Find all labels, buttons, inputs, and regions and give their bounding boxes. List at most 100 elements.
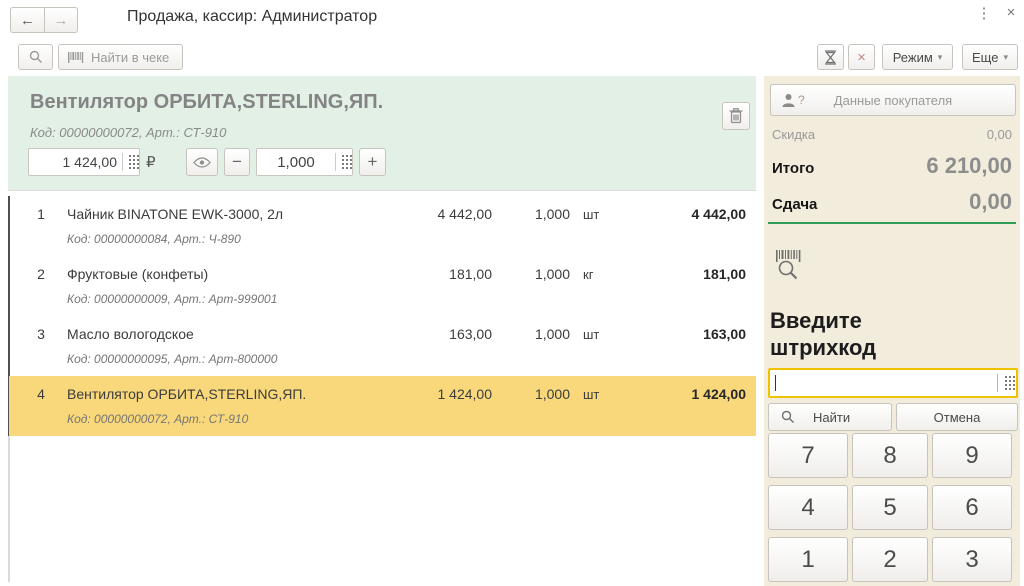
row-unit: шт	[583, 327, 600, 342]
row-code: Код: 00000000084, Арт.: Ч-890	[67, 232, 241, 246]
change-label: Сдача	[772, 196, 818, 213]
chevron-down-icon: ▾	[937, 51, 943, 62]
kebab-menu-icon[interactable]: ⋮	[975, 4, 993, 24]
row-number: 3	[37, 326, 45, 342]
numpad-key-7[interactable]: 7	[768, 433, 848, 478]
find-in-receipt-button[interactable]: Найти в чеке	[58, 44, 183, 70]
row-product-name: Фруктовые (конфеты)	[67, 266, 209, 282]
row-total: 181,00	[703, 266, 746, 282]
trash-icon	[729, 108, 743, 124]
row-product-name: Масло вологодское	[67, 326, 194, 342]
numpad-key-5[interactable]: 5	[852, 485, 928, 530]
numpad-key-9[interactable]: 9	[932, 433, 1012, 478]
numpad-key-2[interactable]: 2	[852, 537, 928, 582]
numpad-key-4[interactable]: 4	[768, 485, 848, 530]
find-in-receipt-label: Найти в чеке	[91, 49, 170, 65]
quantity-input[interactable]: 1,000	[256, 148, 353, 176]
row-price: 4 442,00	[437, 206, 493, 222]
more-menu-button[interactable]: Еще ▾	[962, 44, 1018, 70]
search-icon	[781, 410, 795, 424]
back-arrow-icon: ←	[20, 11, 35, 29]
customer-data-button[interactable]: ? Данные покупателя	[770, 84, 1016, 116]
row-total: 4 442,00	[691, 206, 747, 222]
row-code: Код: 00000000009, Арт.: Арт-999001	[67, 292, 278, 306]
currency-symbol: ₽	[146, 154, 156, 171]
row-quantity: 1,000	[534, 266, 570, 282]
barcode-input[interactable]	[768, 368, 1018, 398]
pos-window: ← → Продажа, кассир: Администратор ⋮ × Н…	[0, 0, 1024, 586]
mode-menu-button[interactable]: Режим ▾	[882, 44, 953, 70]
row-number: 4	[37, 386, 45, 402]
total-label: Итого	[772, 160, 815, 177]
row-total: 1 424,00	[691, 386, 747, 402]
row-price: 181,00	[449, 266, 492, 282]
row-total: 163,00	[703, 326, 746, 342]
receipt-row-3[interactable]: 3 Масло вологодское 163,00 1,000 шт 163,…	[9, 316, 756, 376]
row-price: 1 424,00	[437, 386, 493, 402]
plus-icon: +	[367, 152, 378, 171]
numpad-key-6[interactable]: 6	[932, 485, 1012, 530]
numpad-key-3[interactable]: 3	[932, 537, 1012, 582]
discount-value: 0,00	[986, 127, 1012, 142]
chevron-down-icon: ▾	[1003, 51, 1008, 62]
forward-button[interactable]: →	[44, 7, 78, 33]
receipt-row-1[interactable]: 1 Чайник BINATONE EWK-3000, 2л 4 442,00 …	[9, 196, 756, 256]
keypad-icon[interactable]	[129, 155, 131, 157]
change-value: 0,00	[969, 189, 1012, 214]
keypad-icon[interactable]	[1005, 376, 1007, 378]
forward-arrow-icon: →	[53, 11, 69, 29]
receipt-row-4-selected[interactable]: 4 Вентилятор ОРБИТА,STERLING,ЯП. 1 424,0…	[9, 376, 756, 436]
row-quantity: 1,000	[534, 326, 570, 342]
cancel-x-icon: ×	[857, 48, 866, 66]
total-value: 6 210,00	[926, 153, 1012, 178]
keypad-icon[interactable]	[342, 155, 344, 157]
row-quantity: 1,000	[534, 206, 570, 222]
panel-divider	[8, 190, 756, 191]
green-divider	[768, 222, 1016, 224]
scrollbar-track[interactable]	[8, 436, 10, 582]
page-title: Продажа, кассир: Администратор	[127, 8, 378, 25]
row-unit: шт	[583, 207, 600, 222]
numpad: 7 8 9 4 5 6 1 2 3	[768, 433, 1012, 582]
text-caret	[775, 375, 776, 391]
product-code: Код: 00000000072, Арт.: СТ-910	[30, 125, 227, 140]
row-code: Код: 00000000072, Арт.: СТ-910	[67, 412, 249, 426]
delete-row-button[interactable]	[722, 102, 750, 130]
quantity-plus-button[interactable]: +	[359, 148, 386, 176]
quantity-value: 1,000	[277, 153, 315, 171]
minus-icon: −	[232, 152, 242, 171]
question-mark: ?	[798, 93, 805, 107]
view-button[interactable]	[186, 148, 218, 176]
quantity-minus-button[interactable]: −	[224, 148, 250, 176]
hourglass-icon	[824, 49, 837, 65]
price-value: 1 424,00	[62, 154, 118, 170]
row-price: 163,00	[449, 326, 492, 342]
discount-label: Скидка	[772, 127, 816, 142]
row-product-name: Вентилятор ОРБИТА,STERLING,ЯП.	[67, 386, 307, 402]
cancel-receipt-button[interactable]: ×	[848, 44, 875, 70]
nav-group: ← →	[10, 7, 78, 33]
cancel-button[interactable]: Отмена	[896, 403, 1018, 431]
find-button[interactable]: Найти	[768, 403, 892, 431]
receipt-row-2[interactable]: 2 Фруктовые (конфеты) 181,00 1,000 кг 18…	[9, 256, 756, 316]
row-code: Код: 00000000095, Арт.: Арт-800000	[67, 352, 278, 366]
window-close-icon[interactable]: ×	[1002, 4, 1020, 24]
person-icon: ?	[781, 93, 805, 108]
row-quantity: 1,000	[534, 386, 570, 402]
customer-data-label: Данные покупателя	[833, 92, 953, 108]
row-product-name: Чайник BINATONE EWK-3000, 2л	[67, 206, 284, 222]
numpad-key-1[interactable]: 1	[768, 537, 848, 582]
current-product-panel: Вентилятор ОРБИТА,STERLING,ЯП. Код: 0000…	[8, 76, 756, 190]
barcode-icon	[68, 51, 84, 63]
row-unit: шт	[583, 387, 600, 402]
row-unit: кг	[583, 267, 594, 282]
search-button[interactable]	[18, 44, 53, 70]
price-input[interactable]: 1 424,00	[28, 148, 140, 176]
barcode-search-icon	[774, 248, 806, 284]
numpad-key-8[interactable]: 8	[852, 433, 928, 478]
back-button[interactable]: ←	[10, 7, 45, 33]
side-panel: ? Данные покупателя Скидка 0,00 Итого 6 …	[764, 76, 1020, 586]
postpone-button[interactable]	[817, 44, 844, 70]
barcode-prompt: Введите штрихкод	[770, 308, 877, 360]
product-name: Вентилятор ОРБИТА,STERLING,ЯП.	[30, 91, 384, 113]
